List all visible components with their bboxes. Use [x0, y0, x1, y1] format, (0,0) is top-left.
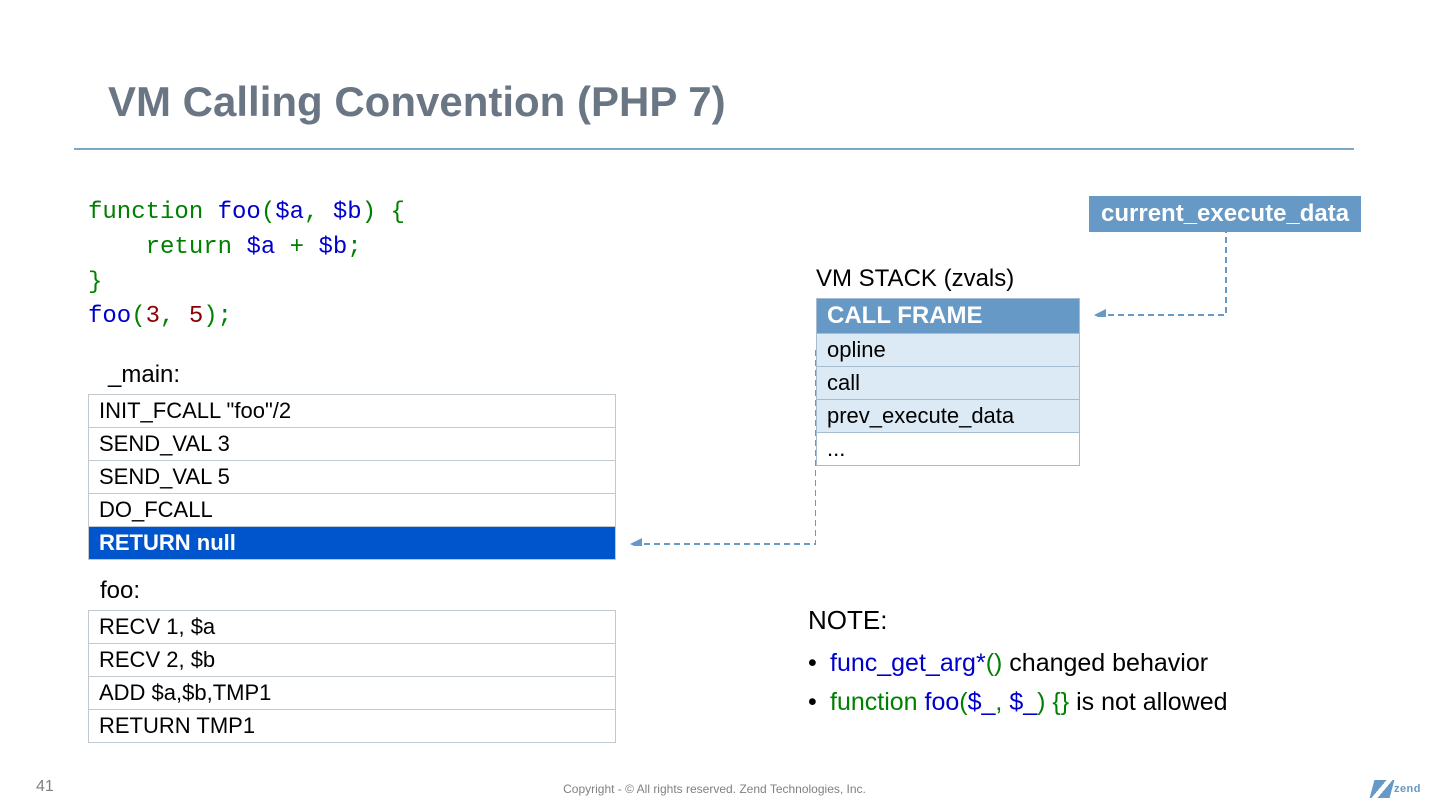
- code-var: $b: [333, 199, 362, 226]
- zend-logo-text: zend: [1394, 783, 1421, 795]
- code-brace: }: [88, 269, 102, 296]
- code-paren: (: [131, 303, 145, 330]
- main-label: _main:: [108, 361, 180, 389]
- code-kw: return: [88, 234, 246, 261]
- vm-stack-label: VM STACK (zvals): [816, 265, 1014, 293]
- code-kw: function: [88, 199, 218, 226]
- zend-logo-icon: [1370, 780, 1395, 798]
- connector-arrow-left: [616, 350, 816, 546]
- note-code: func_get_arg*: [830, 649, 986, 677]
- opcode-row: SEND_VAL 3: [89, 428, 615, 461]
- vm-stack-row: ...: [817, 433, 1079, 465]
- code-var: $b: [318, 234, 347, 261]
- opcodes-foo-table: RECV 1, $a RECV 2, $b ADD $a,$b,TMP1 RET…: [88, 610, 616, 743]
- vm-stack-row: opline: [817, 334, 1079, 367]
- code-op: +: [275, 234, 318, 261]
- opcode-row: DO_FCALL: [89, 494, 615, 527]
- note-bullet-1: • func_get_arg*() changed behavior: [808, 644, 1228, 683]
- note-text: is not allowed: [1069, 688, 1227, 716]
- note-code: (: [959, 688, 967, 716]
- note-code: (): [986, 649, 1003, 677]
- code-comma: ,: [160, 303, 189, 330]
- opcode-row: RECV 2, $b: [89, 644, 615, 677]
- opcodes-main-table: INIT_FCALL "foo"/2 SEND_VAL 3 SEND_VAL 5…: [88, 394, 616, 560]
- vm-stack-header: CALL FRAME: [817, 299, 1079, 334]
- note-code: $_: [968, 688, 996, 716]
- code-comma: ,: [304, 199, 333, 226]
- code-var: $a: [275, 199, 304, 226]
- note-code: ,: [995, 688, 1009, 716]
- php-code-block: function foo($a, $b) { return $a + $b; }…: [88, 196, 405, 335]
- opcode-row: INIT_FCALL "foo"/2: [89, 395, 615, 428]
- opcode-row: ADD $a,$b,TMP1: [89, 677, 615, 710]
- footer-copyright: Copyright - © All rights reserved. Zend …: [0, 782, 1429, 796]
- code-brace: ) {: [362, 199, 405, 226]
- opcode-row-highlighted: RETURN null: [89, 527, 615, 559]
- slide-title: VM Calling Convention (PHP 7): [108, 78, 726, 126]
- note-code: foo: [925, 688, 960, 716]
- note-bullet-2: • function foo($_, $_) {} is not allowed: [808, 683, 1228, 722]
- note-title: NOTE:: [808, 600, 1228, 640]
- current-execute-data-box: current_execute_data: [1089, 196, 1361, 232]
- bullet-icon: •: [808, 644, 830, 683]
- connector-arrow-right: [1080, 227, 1240, 317]
- opcode-row: RETURN TMP1: [89, 710, 615, 742]
- vm-stack-table: CALL FRAME opline call prev_execute_data…: [816, 298, 1080, 466]
- note-block: NOTE: • func_get_arg*() changed behavior…: [808, 600, 1228, 722]
- zend-logo: zend: [1372, 780, 1421, 798]
- note-text: changed behavior: [1002, 649, 1208, 677]
- note-code: function: [830, 688, 925, 716]
- code-paren: (: [261, 199, 275, 226]
- opcode-row: RECV 1, $a: [89, 611, 615, 644]
- code-func: foo: [88, 303, 131, 330]
- bullet-icon: •: [808, 683, 830, 722]
- code-func: foo: [218, 199, 261, 226]
- title-divider: [74, 148, 1354, 150]
- code-semi: ;: [347, 234, 361, 261]
- foo-label: foo:: [100, 577, 140, 605]
- code-paren: );: [203, 303, 232, 330]
- vm-stack-row: prev_execute_data: [817, 400, 1079, 433]
- opcode-row: SEND_VAL 5: [89, 461, 615, 494]
- code-num: 5: [189, 303, 203, 330]
- code-var: $a: [246, 234, 275, 261]
- code-num: 3: [146, 303, 160, 330]
- note-code: ) {}: [1037, 688, 1069, 716]
- vm-stack-row: call: [817, 367, 1079, 400]
- note-code: $_: [1009, 688, 1037, 716]
